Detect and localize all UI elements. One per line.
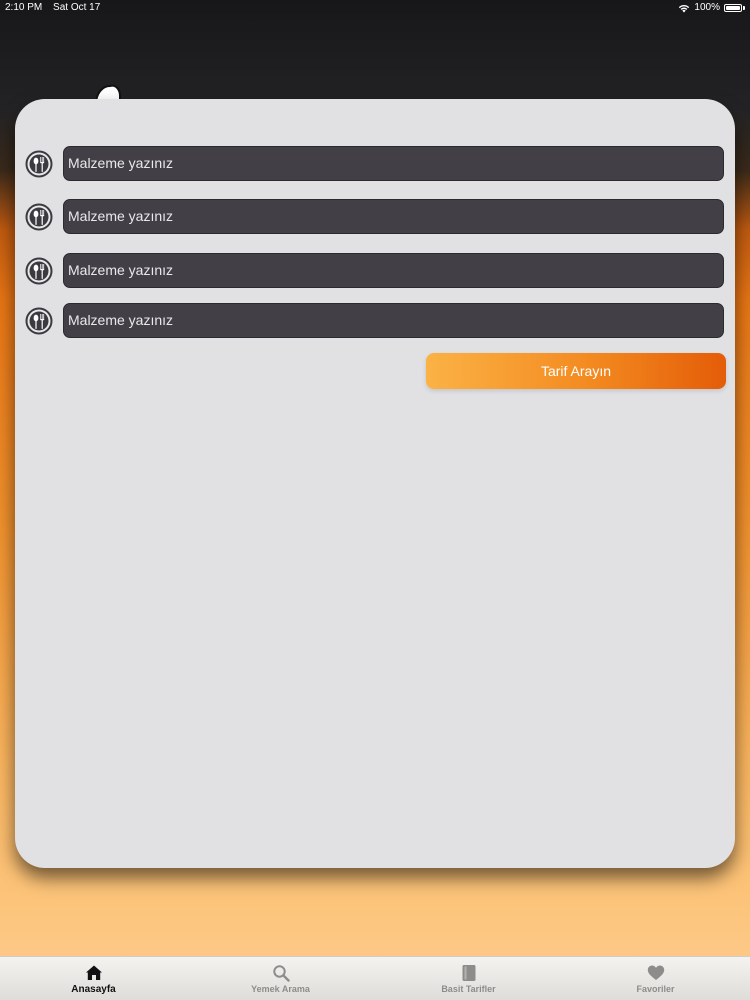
ingredient-input[interactable]: Malzeme yazınız (63, 253, 724, 288)
spoon-fork-icon (25, 150, 53, 178)
battery-tip (743, 6, 745, 10)
ingredient-row: Malzeme yazınız (15, 146, 735, 182)
wifi-icon (679, 4, 690, 12)
tab-home[interactable]: Anasayfa (0, 957, 187, 1000)
tab-label: Favoriler (636, 984, 675, 994)
app-screen: 2:10 PM Sat Oct 17 100% Malzeme yazınız … (0, 0, 750, 1000)
ingredient-row: Malzeme yazınız (15, 303, 735, 339)
tab-simple-recipes[interactable]: Basit Tarifler (375, 957, 562, 1000)
tab-search[interactable]: Yemek Arama (187, 957, 374, 1000)
tab-bar: Anasayfa Yemek Arama Basit Tarifler Favo… (0, 956, 750, 1000)
ingredient-input[interactable]: Malzeme yazınız (63, 199, 724, 234)
status-right: 100% (678, 0, 745, 16)
search-icon (272, 965, 290, 982)
tab-label: Yemek Arama (251, 984, 310, 994)
heart-icon (647, 965, 664, 980)
tab-favorites[interactable]: Favoriler (562, 957, 749, 1000)
book-icon (462, 965, 475, 981)
status-left: 2:10 PM Sat Oct 17 (5, 0, 100, 16)
spoon-fork-icon (25, 203, 53, 231)
tab-label: Basit Tarifler (441, 984, 496, 994)
battery-icon (724, 4, 742, 12)
spoon-fork-icon (25, 257, 53, 285)
ingredient-input[interactable]: Malzeme yazınız (63, 146, 724, 181)
ingredient-row: Malzeme yazınız (15, 253, 735, 289)
tab-label: Anasayfa (71, 984, 116, 995)
battery-percent: 100% (694, 2, 720, 13)
search-recipe-button[interactable]: Tarif Arayın (426, 353, 726, 389)
status-date: Sat Oct 17 (53, 2, 101, 13)
status-time: 2:10 PM (5, 2, 43, 13)
ingredient-card: Malzeme yazınız Malzeme yazınız Malzeme … (15, 99, 735, 868)
ingredient-input[interactable]: Malzeme yazınız (63, 303, 724, 338)
home-icon (85, 965, 102, 980)
ingredient-row: Malzeme yazınız (15, 199, 735, 235)
spoon-fork-icon (25, 307, 53, 335)
status-bar: 2:10 PM Sat Oct 17 100% (0, 0, 750, 16)
